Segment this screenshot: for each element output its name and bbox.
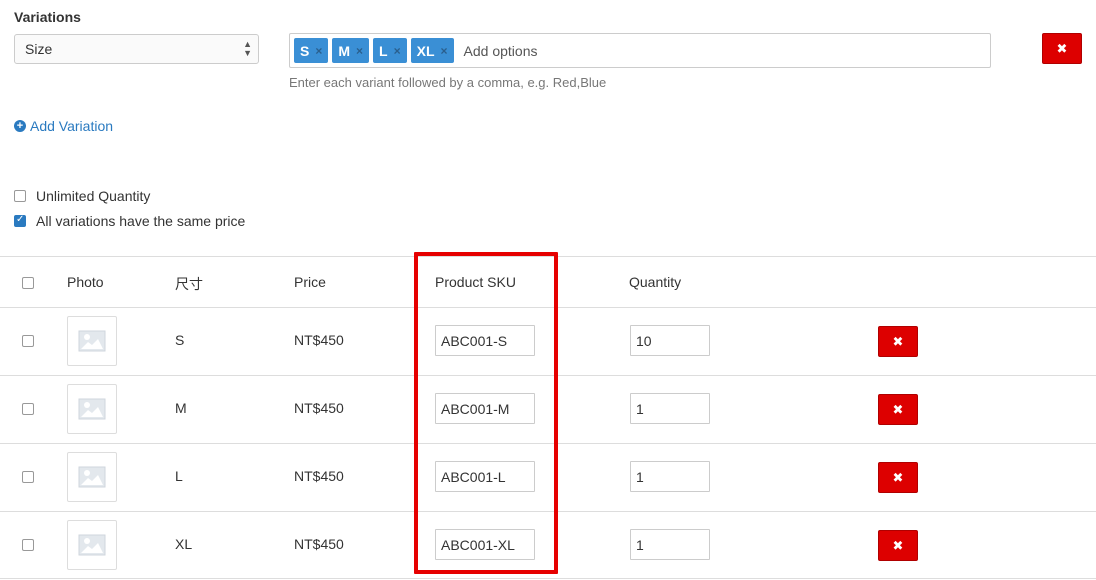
remove-tag-icon[interactable]: × xyxy=(356,44,363,58)
row-checkbox[interactable] xyxy=(22,335,34,347)
variant-options-input[interactable]: S × M × L × XL × Add options xyxy=(289,33,991,68)
close-icon: ✖ xyxy=(892,333,904,349)
image-placeholder-icon xyxy=(78,466,106,488)
price-cell: NT$450 xyxy=(294,536,344,552)
row-divider xyxy=(0,511,1096,512)
row-checkbox[interactable] xyxy=(22,539,34,551)
same-price-label: All variations have the same price xyxy=(36,213,246,229)
sku-input[interactable]: ABC001-L xyxy=(435,461,535,492)
price-cell: NT$450 xyxy=(294,468,344,484)
size-cell: S xyxy=(175,332,185,348)
plus-circle-icon: + xyxy=(14,120,26,132)
row-divider xyxy=(0,443,1096,444)
delete-variation-button[interactable]: ✖ xyxy=(1042,33,1082,64)
variant-tag-s: S × xyxy=(294,38,329,63)
close-icon: ✖ xyxy=(1056,40,1068,56)
header-quantity: Quantity xyxy=(629,274,682,290)
sku-input[interactable]: ABC001-S xyxy=(435,325,535,356)
add-variation-link[interactable]: + Add Variation xyxy=(14,118,113,134)
header-sku: Product SKU xyxy=(435,274,516,290)
quantity-input[interactable]: 10 xyxy=(630,325,710,356)
table-top-border xyxy=(0,256,1096,257)
variation-type-select[interactable]: Size ▲ ▼ xyxy=(14,34,259,64)
variations-title: Variations xyxy=(14,9,81,25)
delete-row-button[interactable]: ✖ xyxy=(878,530,918,561)
photo-placeholder[interactable] xyxy=(67,452,117,502)
variation-type-value: Size xyxy=(25,41,53,57)
variant-tag-xl: XL × xyxy=(410,38,454,63)
delete-row-button[interactable]: ✖ xyxy=(878,394,918,425)
same-price-checkbox[interactable] xyxy=(14,214,26,227)
add-options-placeholder[interactable]: Add options xyxy=(464,43,538,59)
variant-tag-l: L × xyxy=(373,38,407,63)
unlimited-quantity-option[interactable]: Unlimited Quantity xyxy=(14,188,150,204)
select-arrows-icon: ▲ ▼ xyxy=(243,39,252,58)
header-size: 尺寸 xyxy=(175,276,203,292)
size-cell: XL xyxy=(175,536,193,552)
photo-placeholder[interactable] xyxy=(67,384,117,434)
select-all-checkbox[interactable] xyxy=(22,277,34,289)
sku-input[interactable]: ABC001-M xyxy=(435,393,535,424)
photo-placeholder[interactable] xyxy=(67,520,117,570)
row-divider xyxy=(0,578,1096,579)
delete-row-button[interactable]: ✖ xyxy=(878,326,918,357)
add-variation-label: Add Variation xyxy=(30,118,114,134)
row-checkbox[interactable] xyxy=(22,403,34,415)
close-icon: ✖ xyxy=(892,537,904,553)
remove-tag-icon[interactable]: × xyxy=(394,44,401,58)
close-icon: ✖ xyxy=(892,469,904,485)
image-placeholder-icon xyxy=(78,330,106,352)
row-divider xyxy=(0,375,1096,376)
remove-tag-icon[interactable]: × xyxy=(315,44,322,58)
quantity-input[interactable]: 1 xyxy=(630,529,710,560)
image-placeholder-icon xyxy=(78,534,106,556)
row-checkbox[interactable] xyxy=(22,471,34,483)
price-cell: NT$450 xyxy=(294,400,344,416)
same-price-option[interactable]: All variations have the same price xyxy=(14,213,245,229)
photo-placeholder[interactable] xyxy=(67,316,117,366)
header-photo: Photo xyxy=(67,274,104,290)
sku-input[interactable]: ABC001-XL xyxy=(435,529,535,560)
remove-tag-icon[interactable]: × xyxy=(441,44,448,58)
variant-hint: Enter each variant followed by a comma, … xyxy=(289,75,607,90)
unlimited-quantity-checkbox[interactable] xyxy=(14,190,26,202)
variant-tag-m: M × xyxy=(332,38,370,63)
size-cell: M xyxy=(175,400,187,416)
header-divider xyxy=(0,307,1096,308)
quantity-input[interactable]: 1 xyxy=(630,461,710,492)
unlimited-quantity-label: Unlimited Quantity xyxy=(36,188,151,204)
header-price: Price xyxy=(294,274,326,290)
quantity-input[interactable]: 1 xyxy=(630,393,710,424)
price-cell: NT$450 xyxy=(294,332,344,348)
size-cell: L xyxy=(175,468,183,484)
image-placeholder-icon xyxy=(78,398,106,420)
delete-row-button[interactable]: ✖ xyxy=(878,462,918,493)
close-icon: ✖ xyxy=(892,401,904,417)
